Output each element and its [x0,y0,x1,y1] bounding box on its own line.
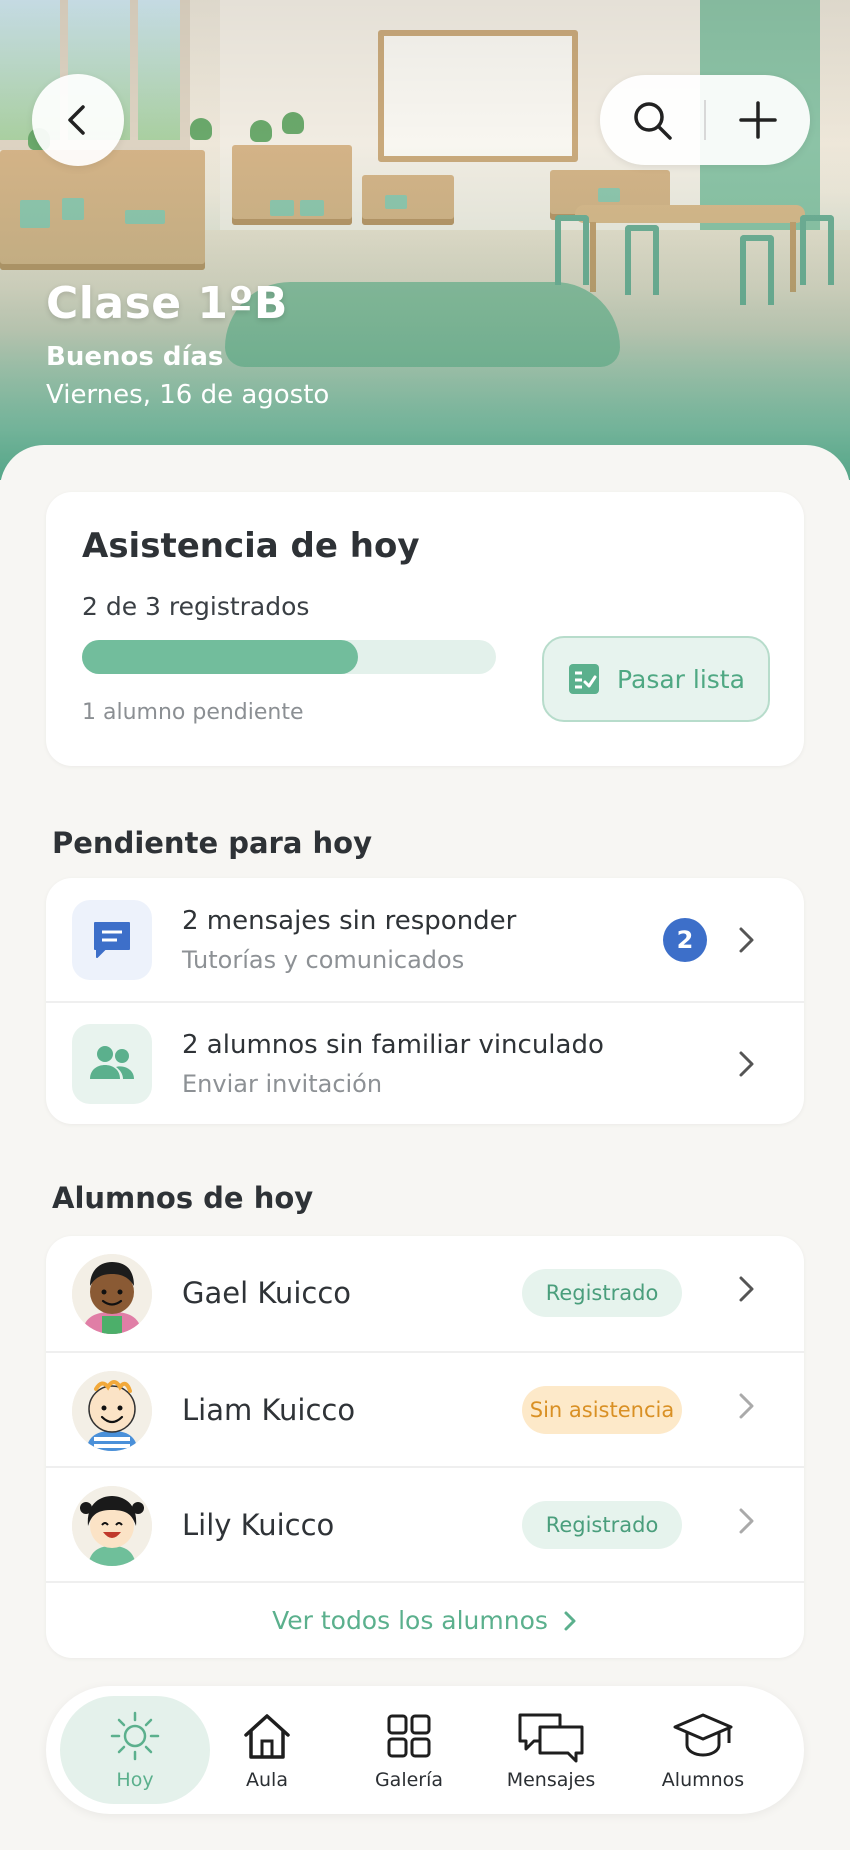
child-avatar-icon [72,1254,152,1334]
search-button[interactable] [600,75,704,165]
avatar [72,1486,152,1566]
pending-item-title: 2 mensajes sin responder [182,905,517,936]
pending-item-title: 2 alumnos sin familiar vinculado [182,1029,604,1060]
child-avatar-icon [72,1486,152,1566]
sun-icon [110,1711,160,1761]
pending-item-subtitle: Tutorías y comunicados [182,945,465,974]
chevron-right-icon [564,1611,576,1630]
students-section-title: Alumnos de hoy [52,1181,314,1215]
home-icon [244,1714,290,1759]
chevron-right-icon [739,1393,754,1419]
nav-item-galeria[interactable]: Galería [334,1696,484,1804]
student-name: Liam Kuicco [182,1393,356,1427]
student-name: Lily Kuicco [182,1508,335,1542]
child-avatar-icon [72,1371,152,1451]
nav-item-aula[interactable]: Aula [192,1696,342,1804]
bottom-nav: Hoy Aula Galería Mensajes Alumnos [46,1686,804,1814]
student-name: Gael Kuicco [182,1276,352,1310]
pending-item-messages[interactable]: 2 mensajes sin responder Tutorías y comu… [46,878,804,1001]
people-icon [90,1045,134,1079]
student-row[interactable]: Liam Kuicco Sin asistencia [46,1351,804,1466]
message-icon-tile [72,899,152,980]
pending-section-title: Pendiente para hoy [52,826,372,860]
take-attendance-label: Pasar lista [617,664,745,694]
see-all-label: Ver todos los alumnos [272,1606,548,1635]
nav-label: Hoy [116,1769,154,1791]
see-all-students-link[interactable]: Ver todos los alumnos [46,1581,804,1658]
pending-list: 2 mensajes sin responder Tutorías y comu… [46,878,804,1124]
nav-label: Aula [246,1769,288,1791]
attendance-progress-fill [82,640,358,674]
chevron-right-icon [739,1276,754,1302]
nav-label: Mensajes [506,1769,596,1791]
student-row[interactable]: Gael Kuicco Registrado [46,1236,804,1351]
student-row[interactable]: Lily Kuicco Registrado [46,1466,804,1581]
hero-header: Clase 1ºB Buenos días Viernes, 16 de ago… [0,0,850,480]
nav-item-hoy[interactable]: Hoy [60,1696,210,1804]
header-actions [600,75,810,165]
pending-item-subtitle: Enviar invitación [182,1069,383,1098]
students-list: Gael Kuicco Registrado Liam Kuicco Sin a… [46,1236,804,1658]
pending-item-text: 2 mensajes sin responder Tutorías y comu… [182,906,516,974]
checklist-icon [569,664,600,694]
add-button[interactable] [706,75,810,165]
attendance-progress-track [82,640,496,674]
nav-label: Alumnos [661,1769,745,1791]
date-label: Viernes, 16 de agosto [46,380,330,410]
pending-item-families[interactable]: 2 alumnos sin familiar vinculado Enviar … [46,1001,804,1124]
pending-item-text: 2 alumnos sin familiar vinculado Enviar … [182,1030,604,1098]
attendance-title: Asistencia de hoy [82,526,420,566]
unread-count-badge: 2 [663,917,707,962]
chat-icon [518,1713,584,1763]
nav-item-mensajes[interactable]: Mensajes [476,1696,626,1804]
chevron-right-icon [739,1051,754,1076]
message-icon [94,921,130,958]
status-badge: Sin asistencia [522,1386,682,1434]
class-title: Clase 1ºB [46,278,288,329]
nav-label: Galería [374,1769,444,1791]
graduation-cap-icon [673,1713,733,1757]
plus-icon [739,101,777,139]
status-badge: Registrado [522,1501,682,1549]
avatar [72,1371,152,1451]
chevron-left-icon [68,105,85,135]
take-attendance-button[interactable]: Pasar lista [542,636,770,722]
attendance-pending: 1 alumno pendiente [82,700,304,725]
avatar [72,1254,152,1334]
search-icon [634,102,672,140]
people-icon-tile [72,1023,152,1104]
nav-item-alumnos[interactable]: Alumnos [628,1696,778,1804]
back-button[interactable] [32,74,124,166]
attendance-card: Asistencia de hoy 2 de 3 registrados 1 a… [46,492,804,766]
greeting: Buenos días [46,342,224,372]
attendance-count: 2 de 3 registrados [82,592,310,621]
status-badge: Registrado [522,1269,682,1317]
chevron-right-icon [739,1508,754,1534]
grid-icon [387,1714,431,1758]
chevron-right-icon [739,927,754,952]
